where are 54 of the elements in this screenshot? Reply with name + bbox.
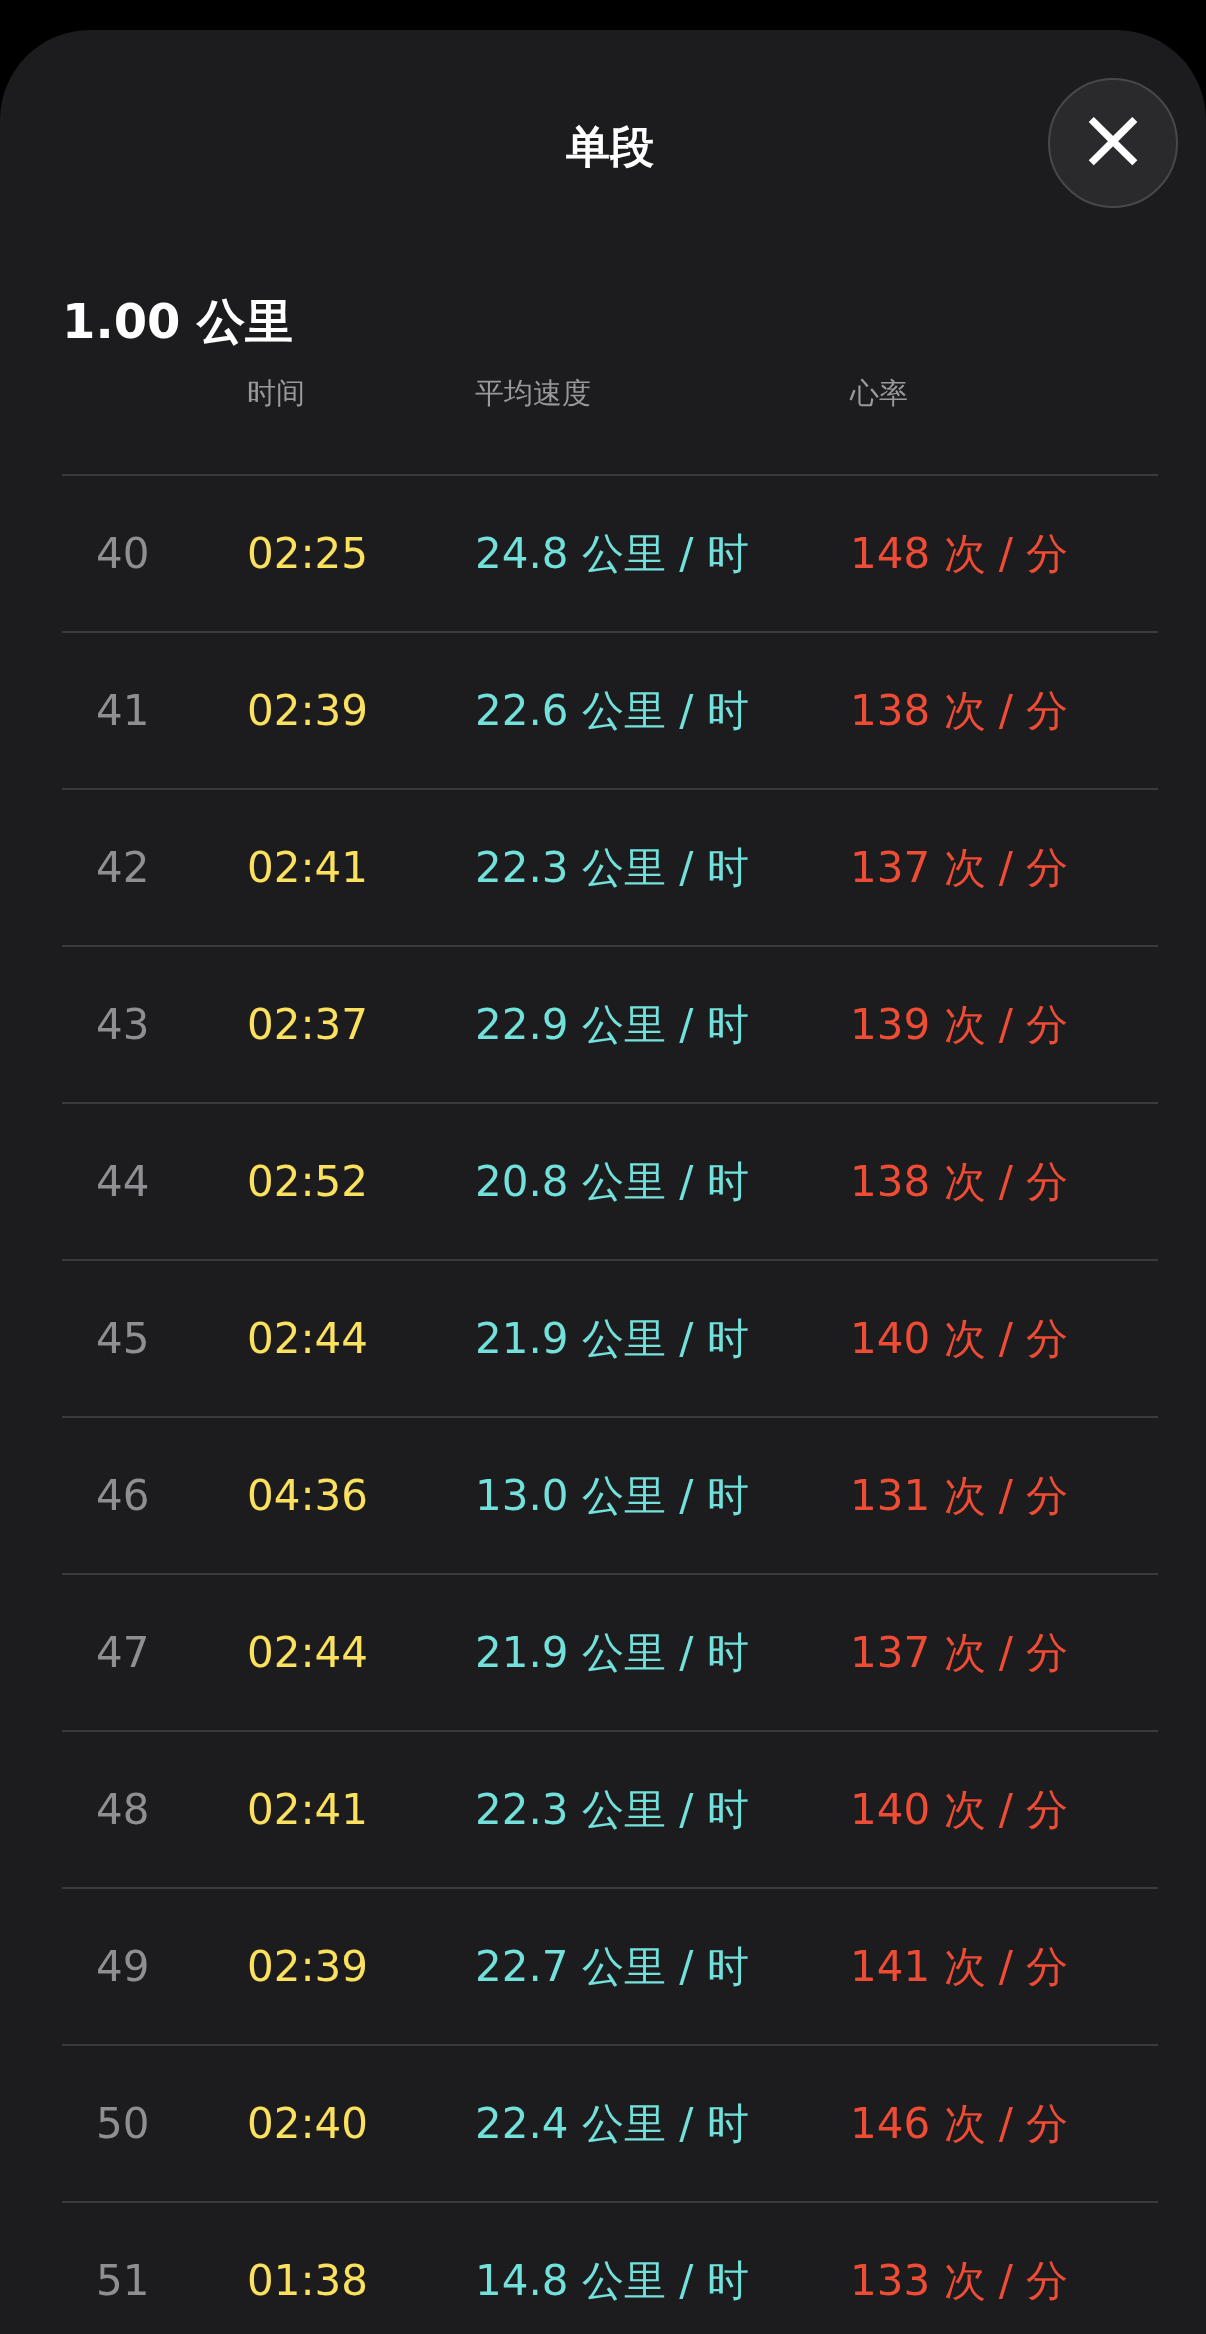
split-time: 02:44 <box>247 1314 370 1363</box>
split-distance: 1.00 公里 <box>62 292 295 351</box>
split-speed: 21.9 公里 / 时 <box>475 1312 750 1365</box>
split-speed: 22.3 公里 / 时 <box>475 841 750 894</box>
split-heart-rate: 138 次 / 分 <box>850 1155 1069 1208</box>
split-time: 04:36 <box>247 1471 370 1520</box>
split-heart-rate: 140 次 / 分 <box>850 1312 1069 1365</box>
split-time: 02:39 <box>247 1942 370 1991</box>
split-number: 47 <box>96 1628 151 1677</box>
split-speed: 22.3 公里 / 时 <box>475 1783 750 1836</box>
split-number: 49 <box>96 1942 151 1991</box>
split-number: 42 <box>96 843 151 892</box>
split-speed: 21.9 公里 / 时 <box>475 1626 750 1679</box>
split-speed: 22.7 公里 / 时 <box>475 1940 750 1993</box>
split-number: 41 <box>96 686 151 735</box>
column-header: 时间 <box>247 375 306 412</box>
split-time: 01:38 <box>247 2256 370 2305</box>
split-speed: 14.8 公里 / 时 <box>475 2254 750 2307</box>
split-speed: 20.8 公里 / 时 <box>475 1155 750 1208</box>
split-heart-rate: 146 次 / 分 <box>850 2097 1069 2150</box>
split-heart-rate: 137 次 / 分 <box>850 841 1069 894</box>
split-time: 02:41 <box>247 843 370 892</box>
split-heart-rate: 140 次 / 分 <box>850 1783 1069 1836</box>
split-number: 43 <box>96 1000 151 1049</box>
split-heart-rate: 139 次 / 分 <box>850 998 1069 1051</box>
split-time: 02:41 <box>247 1785 370 1834</box>
split-number: 51 <box>96 2256 151 2305</box>
column-header: 心率 <box>850 375 908 412</box>
split-time: 02:40 <box>247 2099 370 2148</box>
split-number: 50 <box>96 2099 151 2148</box>
split-number: 45 <box>96 1314 151 1363</box>
split-heart-rate: 137 次 / 分 <box>850 1626 1069 1679</box>
split-time: 02:44 <box>247 1628 370 1677</box>
split-speed: 22.9 公里 / 时 <box>475 998 750 1051</box>
split-heart-rate: 148 次 / 分 <box>850 527 1069 580</box>
split-time: 02:39 <box>247 686 370 735</box>
split-speed: 24.8 公里 / 时 <box>475 527 750 580</box>
split-time: 02:52 <box>247 1157 370 1206</box>
sheet-title: 单段 <box>566 120 654 174</box>
split-speed: 22.6 公里 / 时 <box>475 684 750 737</box>
split-time: 02:37 <box>247 1000 370 1049</box>
split-speed: 22.4 公里 / 时 <box>475 2097 750 2150</box>
split-number: 46 <box>96 1471 151 1520</box>
split-number: 40 <box>96 529 151 578</box>
split-heart-rate: 141 次 / 分 <box>850 1940 1069 1993</box>
split-heart-rate: 138 次 / 分 <box>850 684 1069 737</box>
split-heart-rate: 131 次 / 分 <box>850 1469 1069 1522</box>
column-header: 平均速度 <box>475 375 592 412</box>
split-speed: 13.0 公里 / 时 <box>475 1469 750 1522</box>
split-heart-rate: 133 次 / 分 <box>850 2254 1069 2307</box>
split-number: 44 <box>96 1157 151 1206</box>
close-button[interactable]: × <box>1048 78 1178 208</box>
split-time: 02:25 <box>247 529 370 578</box>
split-number: 48 <box>96 1785 151 1834</box>
